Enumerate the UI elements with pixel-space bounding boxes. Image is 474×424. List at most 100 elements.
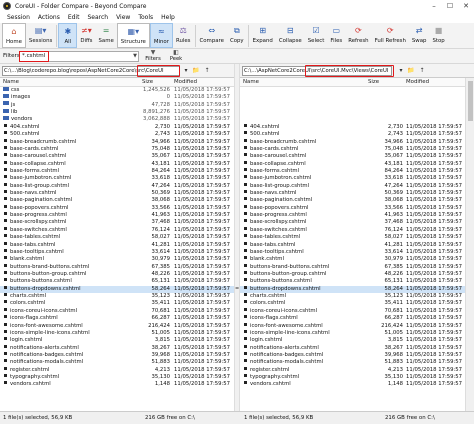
- file-row[interactable]: buttons-button-group.cshtml 48,226 11/05/2…: [240, 270, 465, 278]
- file-row[interactable]: notifications-alerts.cshtml 38,267 11/05/2…: [240, 344, 465, 352]
- home-button[interactable]: ⌂ Home: [2, 23, 26, 48]
- diffs-button[interactable]: ≠▾ Diffs: [77, 23, 95, 48]
- file-row[interactable]: notifications-modals.cshtml 51,883 11/05/2…: [240, 359, 465, 366]
- file-row[interactable]: base-breadcrumb.cshtml 34,966 11/05/2018 1…: [0, 138, 234, 146]
- file-row[interactable]: icons-coreui-icons.cshtml 70,681 11/05/201…: [240, 307, 465, 315]
- menu-help[interactable]: Help: [157, 12, 179, 23]
- file-row[interactable]: buttons-dropdowns.cshtml 58,264 11/05/2018…: [0, 285, 234, 294]
- file-row[interactable]: base-tabs.cshtml 41,281 11/05/2018 17:59:5…: [0, 241, 234, 249]
- menu-tools[interactable]: Tools: [134, 12, 157, 23]
- minor-button[interactable]: ≈ Minor: [149, 23, 173, 48]
- size-column-header[interactable]: Size: [142, 79, 153, 85]
- all-button[interactable]: ✱ All: [58, 23, 78, 48]
- menu-session[interactable]: Session: [3, 12, 34, 23]
- menu-search[interactable]: Search: [83, 12, 112, 23]
- file-row[interactable]: charts.cshtml 35,123 11/05/2018 17:59:57: [0, 293, 234, 300]
- file-row[interactable]: buttons-dropdowns.cshtml 58,264 11/05/2018…: [240, 285, 465, 294]
- file-row[interactable]: 500.cshtml 2,743 11/05/2018 17:59:57: [0, 131, 234, 138]
- menu-view[interactable]: View: [112, 12, 134, 23]
- name-column-header[interactable]: Name: [243, 79, 259, 85]
- up-folder-icon[interactable]: ↑: [418, 66, 426, 76]
- modified-column-header[interactable]: Modified: [174, 79, 197, 85]
- file-row[interactable]: base-pagination.cshtml 38,068 11/05/2018 1…: [0, 197, 234, 204]
- file-row[interactable]: base-tooltips.cshtml 33,614 11/05/2018 17:…: [0, 248, 234, 256]
- browse-folder-icon[interactable]: 📁: [407, 66, 415, 76]
- file-row[interactable]: base-tables.cshtml 58,027 11/05/2018 17:59…: [240, 234, 465, 241]
- filter-dropdown[interactable]: ▼: [49, 51, 139, 62]
- file-row[interactable]: base-forms.cshtml 84,264 11/05/2018 17:59:…: [240, 167, 465, 175]
- file-row[interactable]: base-carousel.cshtml 35,067 11/05/2018 17:…: [0, 153, 234, 160]
- file-row[interactable]: base-scrollspy.cshtml 37,468 11/05/2018 17…: [240, 219, 465, 226]
- swap-button[interactable]: ⇄ Swap: [409, 23, 430, 48]
- file-row[interactable]: notifications-badges.cshtml 39,968 11/05/2…: [0, 351, 234, 359]
- file-row[interactable]: icons-flags.cshtml 66,287 11/05/2018 17:59…: [0, 315, 234, 322]
- file-row[interactable]: notifications-badges.cshtml 39,968 11/05/2…: [240, 351, 465, 359]
- file-row[interactable]: vendors.cshtml 1,148 11/05/2018 17:59:57: [0, 381, 234, 388]
- name-column-header[interactable]: Name: [3, 79, 19, 85]
- close-button[interactable]: ✕: [458, 0, 474, 12]
- file-row[interactable]: base-switches.cshtml 76,124 11/05/2018 17:…: [240, 226, 465, 234]
- full-refresh-button[interactable]: ⟳ Full Refresh: [372, 23, 409, 48]
- file-row[interactable]: base-carousel.cshtml 35,067 11/05/2018 17:…: [240, 153, 465, 160]
- file-row[interactable]: icons-font-awesome.cshtml 216,424 11/05/20…: [240, 322, 465, 330]
- dropdown-icon[interactable]: ▾: [397, 66, 405, 76]
- browse-folder-icon[interactable]: 📁: [192, 66, 200, 76]
- file-row[interactable]: icons-flags.cshtml 66,287 11/05/2018 17:59…: [240, 315, 465, 322]
- file-row[interactable]: icons-font-awesome.cshtml 216,424 11/05/20…: [0, 322, 234, 330]
- file-row[interactable]: base-switches.cshtml 76,124 11/05/2018 17:…: [0, 226, 234, 234]
- vertical-scrollbar[interactable]: [465, 78, 474, 411]
- folder-row[interactable]: images 0 11/05/2018 17:59:57: [0, 93, 234, 101]
- sessions-button[interactable]: ▤▾ Sessions: [26, 23, 55, 48]
- file-row[interactable]: icons-simple-line-icons.cshtml 51,005 11/0…: [240, 329, 465, 337]
- file-row[interactable]: blank.cshtml 30,979 11/05/2018 17:59:57: [240, 256, 465, 263]
- file-row[interactable]: vendors.cshtml 1,148 11/05/2018 17:59:57: [240, 381, 465, 388]
- file-row[interactable]: base-list-group.cshtml 47,264 11/05/2018 1…: [240, 182, 465, 190]
- file-row[interactable]: 404.cshtml 2,730 11/05/2018 17:59:57: [0, 123, 234, 131]
- file-row[interactable]: login.cshtml 3,815 11/05/2018 17:59:57: [240, 337, 465, 344]
- file-row[interactable]: base-cards.cshtml 75,048 11/05/2018 17:59:…: [240, 145, 465, 153]
- same-button[interactable]: = Same: [95, 23, 116, 48]
- menu-actions[interactable]: Actions: [34, 12, 64, 23]
- rules-button[interactable]: ⚖ Rules: [173, 23, 194, 48]
- file-row[interactable]: base-progress.cshtml 41,963 11/05/2018 17:…: [0, 212, 234, 219]
- up-folder-icon[interactable]: ↑: [203, 66, 211, 76]
- file-row[interactable]: icons-simple-line-icons.cshtml 51,005 11/0…: [0, 329, 234, 337]
- file-row[interactable]: notifications-modals.cshtml 51,883 11/05/2…: [0, 359, 234, 366]
- file-row[interactable]: base-forms.cshtml 84,264 11/05/2018 17:59:…: [0, 167, 234, 175]
- file-row[interactable]: register.cshtml 4,213 11/05/2018 17:59:57: [0, 366, 234, 374]
- folder-row[interactable]: js 47,728 11/05/2018 17:59:57: [0, 101, 234, 109]
- stop-button[interactable]: ■ Stop: [429, 23, 447, 48]
- file-row[interactable]: base-tooltips.cshtml 33,614 11/05/2018 17:…: [240, 248, 465, 256]
- file-row[interactable]: base-scrollspy.cshtml 37,468 11/05/2018 17…: [0, 219, 234, 226]
- folder-row[interactable]: lib 8,891,276 11/05/2018 17:59:57: [0, 108, 234, 116]
- select-button[interactable]: ☑ Select: [305, 23, 328, 48]
- file-row[interactable]: 404.cshtml 2,730 11/05/2018 17:59:57: [240, 123, 465, 131]
- file-row[interactable]: base-list-group.cshtml 47,264 11/05/2018 1…: [0, 182, 234, 190]
- file-row[interactable]: base-popovers.cshtml 33,566 11/05/2018 17:…: [0, 204, 234, 212]
- files-button[interactable]: ▭ Files: [327, 23, 345, 48]
- file-row[interactable]: base-collapse.cshtml 43,181 11/05/2018 17:…: [0, 160, 234, 168]
- collapse-button[interactable]: ⊟ Collapse: [276, 23, 305, 48]
- file-row[interactable]: typography.cshtml 35,130 11/05/2018 17:59:…: [240, 374, 465, 381]
- folder-row[interactable]: css 1,245,526 11/05/2018 17:59:57: [0, 86, 234, 94]
- copy-button[interactable]: ⧉ Copy: [227, 23, 247, 48]
- menu-edit[interactable]: Edit: [64, 12, 84, 23]
- file-row[interactable]: buttons-button-group.cshtml 48,226 11/05/2…: [0, 270, 234, 278]
- maximize-button[interactable]: ☐: [442, 0, 458, 12]
- file-row[interactable]: 500.cshtml 2,743 11/05/2018 17:59:57: [240, 131, 465, 138]
- file-row[interactable]: base-cards.cshtml 75,048 11/05/2018 17:59:…: [0, 145, 234, 153]
- file-row[interactable]: base-tabs.cshtml 41,281 11/05/2018 17:59:5…: [240, 241, 465, 249]
- file-row[interactable]: base-tables.cshtml 58,027 11/05/2018 17:59…: [0, 234, 234, 241]
- file-row[interactable]: base-navs.cshtml 50,369 11/05/2018 17:59:5…: [0, 190, 234, 197]
- file-row[interactable]: buttons-buttons.cshtml 65,131 11/05/2018 1…: [240, 278, 465, 285]
- file-row[interactable]: notifications-alerts.cshtml 38,267 11/05/2…: [0, 344, 234, 352]
- file-row[interactable]: blank.cshtml 30,979 11/05/2018 17:59:57: [0, 256, 234, 263]
- file-row[interactable]: buttons-brand-buttons.cshtml 67,385 11/05/…: [0, 263, 234, 271]
- refresh-button[interactable]: ⟳ Refresh: [345, 23, 371, 48]
- file-row[interactable]: buttons-buttons.cshtml 65,131 11/05/2018 1…: [0, 278, 234, 285]
- scrollbar-thumb[interactable]: [468, 81, 473, 121]
- file-row[interactable]: base-jumbotron.cshtml 33,618 11/05/2018 17…: [0, 175, 234, 182]
- file-row[interactable]: base-collapse.cshtml 43,181 11/05/2018 17:…: [240, 160, 465, 168]
- file-row[interactable]: buttons-brand-buttons.cshtml 67,385 11/05/…: [240, 263, 465, 271]
- file-row[interactable]: colors.cshtml 35,411 11/05/2018 17:59:57: [0, 300, 234, 307]
